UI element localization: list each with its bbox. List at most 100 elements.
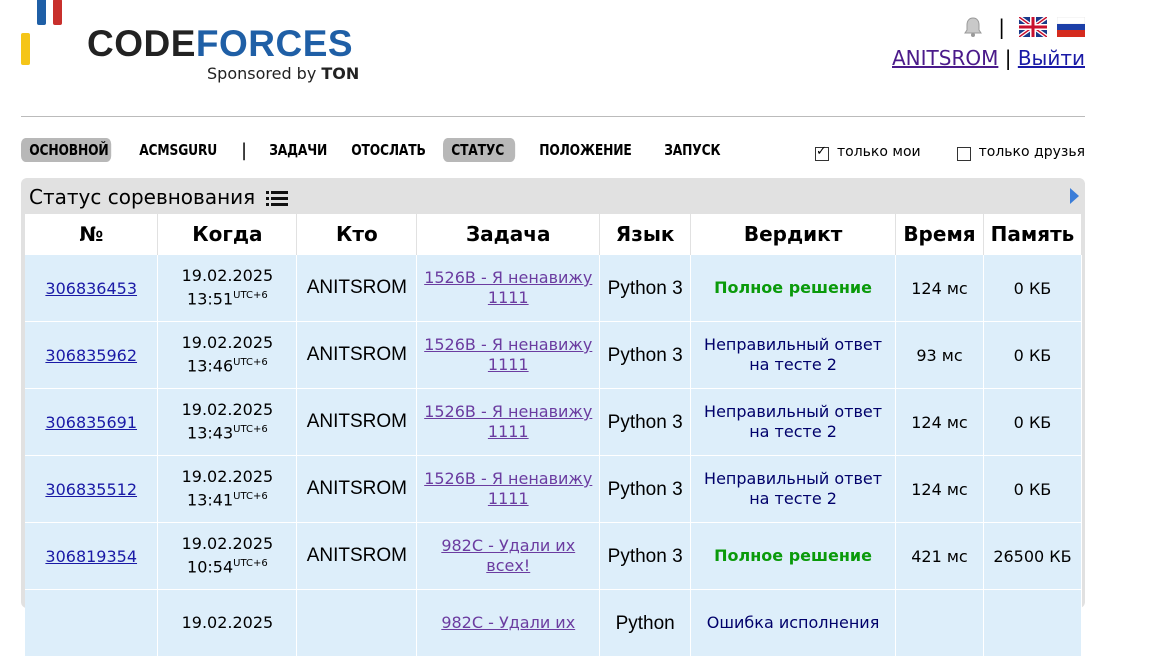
- when-cell: 19.02.2025 13:41UTC+6: [158, 456, 297, 523]
- table-row: 306819354 19.02.202510:54UTC+6ANITSROM 982…: [25, 523, 1082, 590]
- list-icon[interactable]: [266, 190, 288, 208]
- submission-id-link[interactable]: 306836453: [45, 279, 137, 298]
- when-cell: 19.02.2025 13:51UTC+6: [158, 255, 297, 322]
- timezone-label: UTC+6: [233, 357, 268, 368]
- when-cell: 19.02.202513:46UTC+6: [158, 322, 297, 389]
- username-link[interactable]: ANITSROM: [892, 46, 998, 70]
- table-row: 306835962 19.02.202513:46UTC+6ANITSROM152…: [25, 322, 1082, 389]
- problem-cell: 1526B - Я ненавижу 1111: [417, 322, 600, 389]
- problem-link[interactable]: 1526B - Я ненавижу 1111: [424, 268, 592, 307]
- memory-cell: 0 КБ: [983, 456, 1081, 523]
- author-cell: [297, 590, 417, 656]
- menu-item-problems[interactable]: ЗАДАЧИ: [261, 138, 328, 162]
- russian-flag-icon[interactable]: [1057, 17, 1085, 37]
- submission-time: 13:51: [187, 290, 233, 309]
- menu-item-standings[interactable]: ПОЛОЖЕНИЕ: [531, 138, 634, 162]
- header-divider: [21, 116, 1085, 117]
- time-cell: 124 мс: [896, 456, 984, 523]
- submission-id-cell: 306836453: [25, 255, 158, 322]
- problem-cell: 1526B - Я ненавижу 1111: [417, 456, 600, 523]
- problem-cell: 982C - Удали их: [417, 590, 600, 656]
- memory-cell: [983, 590, 1081, 656]
- only-friends-checkbox[interactable]: [957, 147, 971, 161]
- when-cell: 19.02.2025 13:43UTC+6: [158, 389, 297, 456]
- memory-cell: 0 КБ: [983, 389, 1081, 456]
- submission-id-cell: [25, 590, 158, 656]
- header-time[interactable]: Время: [896, 214, 984, 255]
- submission-date: 19.02.2025: [182, 266, 274, 285]
- problem-link[interactable]: 982C - Удали их: [441, 613, 575, 632]
- header-language[interactable]: Язык: [600, 214, 691, 255]
- only-mine-checkbox[interactable]: [815, 147, 829, 161]
- timezone-label: UTC+6: [233, 558, 268, 569]
- problem-link[interactable]: 1526B - Я ненавижу 1111: [424, 469, 592, 508]
- time-cell: 93 мс: [896, 322, 984, 389]
- problem-link[interactable]: 982C - Удали их всех!: [441, 536, 575, 575]
- logout-link[interactable]: Выйти: [1018, 46, 1085, 70]
- submissions-table: № Когда Кто Задача Язык Вердикт Время Па…: [25, 214, 1082, 656]
- language-cell: Python 3: [600, 322, 691, 389]
- verdict-cell: Неправильный ответ на тесте 2: [691, 322, 896, 389]
- logo-wordmark: CODEFORCES: [87, 24, 353, 64]
- author-cell: ANITSROM: [297, 322, 417, 389]
- menu-item-main[interactable]: ОСНОВНОЙ: [21, 138, 111, 162]
- verdict-cell: Неправильный ответ на тесте 2: [691, 456, 896, 523]
- verdict-cell: Полное решение: [691, 523, 896, 590]
- language-cell: Python: [600, 590, 691, 656]
- header-memory[interactable]: Память: [983, 214, 1081, 255]
- submission-date: 19.02.2025: [182, 333, 274, 352]
- submission-time: 13:43: [187, 424, 233, 443]
- author-cell: ANITSROM: [297, 389, 417, 456]
- menu-item-acmsguru[interactable]: ACMSGURU: [131, 138, 221, 162]
- problem-link[interactable]: 1526B - Я ненавижу 1111: [424, 335, 592, 374]
- table-row: 30683551219.02.202513:41UTC+6ANITSROM152…: [25, 456, 1082, 523]
- problem-cell: 982C - Удали их всех!: [417, 523, 600, 590]
- time-cell: [896, 590, 984, 656]
- header-id[interactable]: №: [25, 214, 158, 255]
- language-cell: Python 3: [600, 255, 691, 322]
- language-cell: Python 3: [600, 456, 691, 523]
- language-cell: Python 3: [600, 523, 691, 590]
- header-when[interactable]: Когда: [158, 214, 297, 255]
- header-verdict[interactable]: Вердикт: [691, 214, 896, 255]
- submission-id-link[interactable]: 306835962: [45, 346, 137, 365]
- problem-link[interactable]: 1526B - Я ненавижу 1111: [424, 402, 592, 441]
- header-user-area: | ANITSROM | Выйти: [892, 14, 1085, 70]
- table-row: 306836453 19.02.2025 13:51UTC+6 ANITSROM152…: [25, 255, 1082, 322]
- english-flag-icon[interactable]: [1019, 17, 1047, 37]
- bell-icon[interactable]: [962, 16, 984, 38]
- timezone-label: UTC+6: [233, 424, 268, 435]
- submission-date: 19.02.2025: [182, 400, 274, 419]
- arrow-right-icon[interactable]: [1070, 188, 1079, 204]
- menu-item-custom-run[interactable]: ЗАПУСК: [656, 138, 722, 162]
- logo-sponsor: Sponsored by TON: [207, 64, 359, 83]
- submission-id-link[interactable]: 306819354: [45, 547, 137, 566]
- time-cell: 124 мс: [896, 389, 984, 456]
- submission-date: 19.02.2025: [182, 534, 274, 553]
- verdict-cell: Неправильный ответ на тесте 2: [691, 389, 896, 456]
- time-cell: 421 мс: [896, 523, 984, 590]
- submission-date: 19.02.2025: [182, 613, 274, 632]
- panel-title: Статус соревнования: [29, 185, 288, 209]
- timezone-label: UTC+6: [233, 491, 268, 502]
- only-friends-label: только друзья: [979, 144, 1085, 160]
- menu-item-status[interactable]: СТАТУС: [443, 138, 515, 162]
- when-cell: 19.02.202510:54UTC+6: [158, 523, 297, 590]
- language-cell: Python 3: [600, 389, 691, 456]
- submission-time: 13:41: [187, 491, 233, 510]
- submission-id-link[interactable]: 306835691: [45, 413, 137, 432]
- submission-id-link[interactable]: 306835512: [45, 480, 137, 499]
- header-problem[interactable]: Задача: [417, 214, 600, 255]
- status-panel: Статус соревнования № Когда Кто Задача Я…: [21, 178, 1085, 608]
- table-row: 306835691 19.02.2025 13:43UTC+6 ANITSROM152…: [25, 389, 1082, 456]
- codeforces-logo[interactable]: CODEFORCES Sponsored by TON: [21, 22, 371, 86]
- timezone-label: UTC+6: [233, 290, 268, 301]
- verdict-cell: Ошибка исполнения: [691, 590, 896, 656]
- submission-id-cell: 306819354: [25, 523, 158, 590]
- author-cell: ANITSROM: [297, 255, 417, 322]
- menu-item-submit[interactable]: ОТОСЛАТЬ: [343, 138, 425, 162]
- table-header-row: № Когда Кто Задача Язык Вердикт Время Па…: [25, 214, 1082, 255]
- submission-date: 19.02.2025: [182, 467, 274, 486]
- author-cell: ANITSROM: [297, 523, 417, 590]
- header-who[interactable]: Кто: [297, 214, 417, 255]
